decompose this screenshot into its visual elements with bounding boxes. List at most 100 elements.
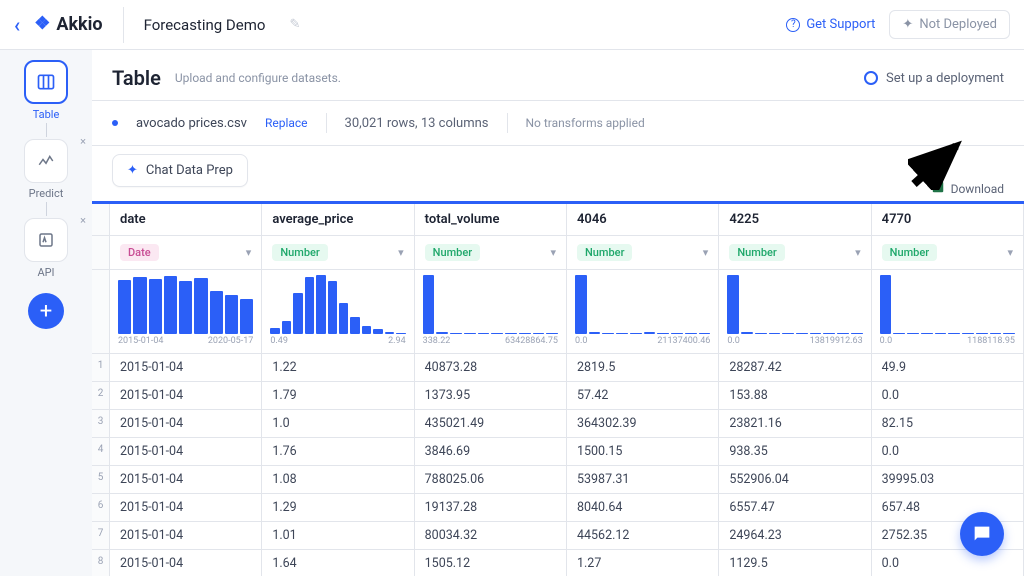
chevron-down-icon: ▾ <box>1007 246 1013 259</box>
column-header[interactable]: 4225 <box>719 204 871 236</box>
data-cell[interactable]: 8040.64 <box>567 494 719 522</box>
column-header[interactable]: total_volume <box>415 204 567 236</box>
data-cell[interactable]: 82.15 <box>872 410 1024 438</box>
data-cell[interactable]: 1373.95 <box>415 382 567 410</box>
sidebar-item-label: Predict <box>29 187 64 200</box>
sidebar-node-predict[interactable]: × Predict <box>20 139 72 200</box>
data-cell[interactable]: 1.27 <box>567 550 719 576</box>
add-node-button[interactable]: + <box>28 293 64 329</box>
data-cell[interactable]: 1.76 <box>262 438 414 466</box>
close-icon[interactable]: × <box>80 135 86 148</box>
data-cell[interactable]: 0.0 <box>872 438 1024 466</box>
column-histogram: 0.013819912.63 <box>719 270 871 354</box>
table-icon <box>24 60 68 104</box>
chevron-down-icon: ▾ <box>855 246 861 259</box>
download-link[interactable]: x Download <box>931 180 1004 197</box>
row-number: 4 <box>92 438 110 466</box>
excel-icon: x <box>931 180 945 197</box>
data-cell[interactable]: 364302.39 <box>567 410 719 438</box>
column-header[interactable]: 4046 <box>567 204 719 236</box>
data-cell[interactable]: 53987.31 <box>567 466 719 494</box>
column-type-selector[interactable]: Number▾ <box>872 236 1024 270</box>
data-cell[interactable]: 938.35 <box>719 438 871 466</box>
data-cell[interactable]: 657.48 <box>872 494 1024 522</box>
data-cell[interactable]: 2015-01-04 <box>110 494 262 522</box>
data-cell[interactable]: 2015-01-04 <box>110 522 262 550</box>
deploy-status-button[interactable]: ✦ Not Deployed <box>889 10 1010 39</box>
data-cell[interactable]: 24964.23 <box>719 522 871 550</box>
column-histogram: 0.021137400.46 <box>567 270 719 354</box>
sidebar-item-label: API <box>37 266 54 279</box>
data-cell[interactable]: 6557.47 <box>719 494 871 522</box>
data-cell[interactable]: 2819.5 <box>567 354 719 382</box>
data-cell[interactable]: 1.29 <box>262 494 414 522</box>
logo-icon: ❖ <box>34 13 50 34</box>
chevron-down-icon: ▾ <box>398 246 404 259</box>
data-cell[interactable]: 28287.42 <box>719 354 871 382</box>
data-cell[interactable]: 1.01 <box>262 522 414 550</box>
active-dot-icon <box>112 120 118 126</box>
data-cell[interactable]: 19137.28 <box>415 494 567 522</box>
data-cell[interactable]: 1.08 <box>262 466 414 494</box>
row-number: 3 <box>92 410 110 438</box>
sidebar-node-api[interactable]: × API <box>20 218 72 279</box>
column-header[interactable]: date <box>110 204 262 236</box>
data-cell[interactable]: 1.79 <box>262 382 414 410</box>
dataset-info-row: avocado prices.csv Replace 30,021 rows, … <box>92 101 1024 145</box>
connector <box>46 123 47 137</box>
data-cell[interactable]: 552906.04 <box>719 466 871 494</box>
data-cell[interactable]: 2015-01-04 <box>110 438 262 466</box>
data-cell[interactable]: 1.0 <box>262 410 414 438</box>
data-cell[interactable]: 57.42 <box>567 382 719 410</box>
data-cell[interactable]: 40873.28 <box>415 354 567 382</box>
workflow-sidebar: Table × Predict × API + <box>0 50 92 576</box>
data-cell[interactable]: 1.22 <box>262 354 414 382</box>
data-cell[interactable]: 2015-01-04 <box>110 410 262 438</box>
data-table[interactable]: dateaverage_pricetotal_volume40464225477… <box>92 201 1024 576</box>
data-cell[interactable]: 49.9 <box>872 354 1024 382</box>
sparkle-icon: ✦ <box>127 163 138 178</box>
data-cell[interactable]: 1.64 <box>262 550 414 576</box>
data-cell[interactable]: 153.88 <box>719 382 871 410</box>
setup-deployment-link[interactable]: Set up a deployment <box>864 71 1004 86</box>
data-cell[interactable]: 435021.49 <box>415 410 567 438</box>
data-cell[interactable]: 0.0 <box>872 550 1024 576</box>
predict-icon <box>24 139 68 183</box>
data-cell[interactable]: 1505.12 <box>415 550 567 576</box>
divider <box>326 113 327 133</box>
sidebar-item-label: Table <box>33 108 60 121</box>
data-cell[interactable]: 1500.15 <box>567 438 719 466</box>
data-cell[interactable]: 0.0 <box>872 382 1024 410</box>
column-header[interactable]: average_price <box>262 204 414 236</box>
data-cell[interactable]: 788025.06 <box>415 466 567 494</box>
column-header[interactable]: 4770 <box>872 204 1024 236</box>
data-cell[interactable]: 2015-01-04 <box>110 382 262 410</box>
data-cell[interactable]: 3846.69 <box>415 438 567 466</box>
sidebar-node-table[interactable]: Table <box>20 60 72 121</box>
data-cell[interactable]: 2015-01-04 <box>110 354 262 382</box>
column-type-selector[interactable]: Number▾ <box>567 236 719 270</box>
column-type-selector[interactable]: Number▾ <box>719 236 871 270</box>
replace-link[interactable]: Replace <box>265 116 308 130</box>
data-cell[interactable]: 80034.32 <box>415 522 567 550</box>
back-button[interactable]: ‹ <box>14 13 20 37</box>
get-support-link[interactable]: ? Get Support <box>786 17 875 32</box>
data-cell[interactable]: 2015-01-04 <box>110 550 262 576</box>
column-type-selector[interactable]: Number▾ <box>415 236 567 270</box>
main-content: Table Upload and configure datasets. Set… <box>92 50 1024 576</box>
data-cell[interactable]: 1129.5 <box>719 550 871 576</box>
app-logo[interactable]: ❖ Akkio <box>34 14 102 35</box>
chat-fab-button[interactable] <box>960 512 1004 556</box>
close-icon[interactable]: × <box>80 214 86 227</box>
data-cell[interactable]: 44562.12 <box>567 522 719 550</box>
chat-data-prep-button[interactable]: ✦ Chat Data Prep <box>112 154 248 187</box>
column-histogram: 0.01188118.95 <box>872 270 1024 354</box>
column-type-selector[interactable]: Number▾ <box>262 236 414 270</box>
row-number: 1 <box>92 354 110 382</box>
data-cell[interactable]: 23821.16 <box>719 410 871 438</box>
column-type-selector[interactable]: Date▾ <box>110 236 262 270</box>
data-cell[interactable]: 39995.03 <box>872 466 1024 494</box>
edit-project-icon[interactable]: ✎ <box>289 17 300 32</box>
column-histogram: 2015-01-042020-05-17 <box>110 270 262 354</box>
data-cell[interactable]: 2015-01-04 <box>110 466 262 494</box>
